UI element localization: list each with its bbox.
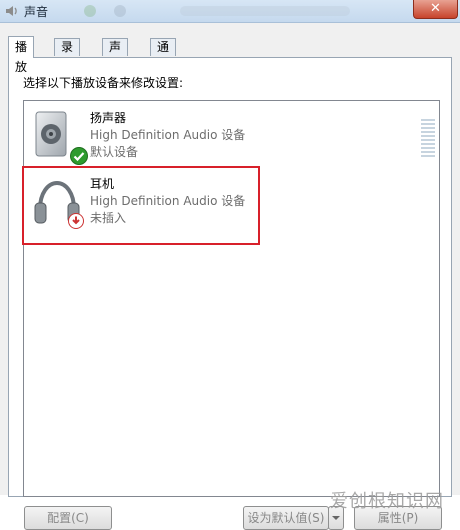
volume-meter	[421, 119, 435, 159]
background-window-blur	[70, 3, 370, 18]
tab-communications[interactable]: 通信	[150, 38, 177, 71]
tab-recording[interactable]: 录制	[54, 38, 81, 71]
sound-dialog: 播放 录制 声音 通信 选择以下播放设备来修改设置:	[0, 23, 460, 530]
tab-playback[interactable]: 播放	[8, 36, 35, 74]
device-list[interactable]: 扬声器 High Definition Audio 设备 默认设备 耳机 Hig…	[23, 100, 440, 497]
instruction-text: 选择以下播放设备来修改设置:	[23, 76, 184, 90]
highlight-box	[22, 166, 260, 245]
device-name: 扬声器	[90, 111, 127, 125]
default-check-icon	[70, 147, 88, 165]
window-title: 声音	[24, 5, 49, 19]
device-description: High Definition Audio 设备	[90, 128, 246, 142]
close-button[interactable]: ✕	[413, 0, 458, 19]
set-default-button[interactable]: 设为默认值(S)	[243, 506, 329, 530]
title-bar: 声音 ✕	[0, 0, 460, 23]
configure-button[interactable]: 配置(C)	[24, 506, 112, 530]
chevron-down-icon	[332, 516, 340, 520]
watermark: 爱创根知识网	[330, 491, 444, 512]
playback-panel: 选择以下播放设备来修改设置: 扬声器 High Definition Audio…	[8, 57, 452, 497]
speaker-icon	[6, 6, 17, 16]
tab-sounds[interactable]: 声音	[102, 38, 129, 71]
device-status: 默认设备	[90, 145, 139, 159]
device-item-speakers[interactable]: 扬声器 High Definition Audio 设备 默认设备	[28, 109, 435, 165]
